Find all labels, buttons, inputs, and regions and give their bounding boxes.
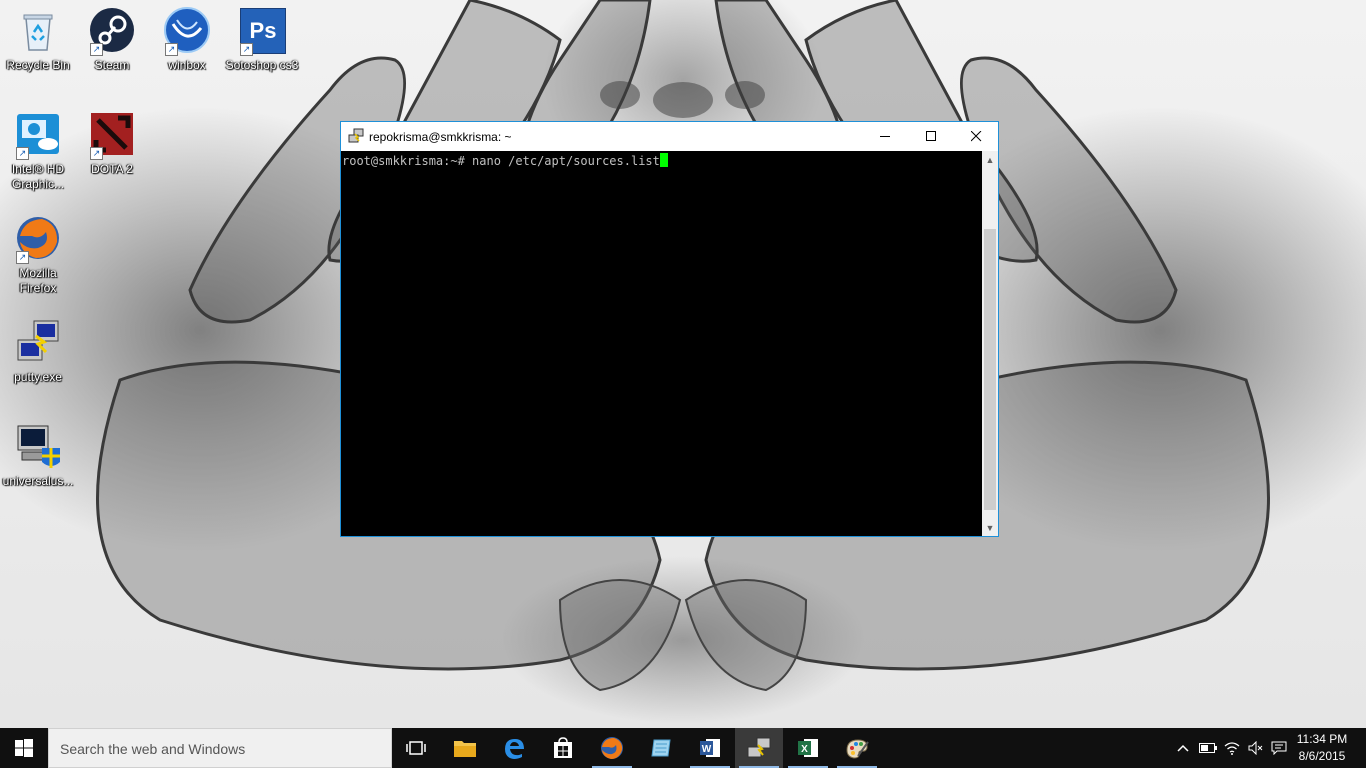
clock-time: 11:34 PM [1296,732,1348,746]
universalus-label: universalus... [2,474,74,488]
winbox-label: winbox [168,58,206,72]
maximize-button[interactable] [908,122,954,151]
dota2-icon: ↗ [88,110,136,160]
putty-shortcut[interactable]: putty.exe [0,318,76,385]
putty-icon [14,318,62,366]
search-box[interactable]: Search the web and Windows [48,728,392,768]
scroll-down-arrow-icon[interactable]: ▼ [982,519,998,536]
svg-text:W: W [702,744,712,755]
shortcut-arrow-icon: ↗ [90,147,103,160]
winbox-icon: ↗ [163,6,211,56]
window-title: repokrisma@smkkrisma: ~ [369,130,512,144]
chevron-up-icon [1177,744,1189,752]
maximize-icon [925,131,936,141]
dota2-shortcut[interactable]: ↗ DOTA 2 [74,110,150,177]
taskbar-file-explorer[interactable] [441,728,489,768]
paint-icon [846,739,869,759]
search-placeholder: Search the web and Windows [60,741,246,757]
shortcut-arrow-icon: ↗ [240,43,253,56]
firefox-icon [601,737,623,759]
putty-icon [747,737,771,758]
windows-logo-icon [15,739,33,757]
edge-icon [505,739,524,759]
scroll-up-arrow-icon[interactable]: ▲ [982,151,998,168]
firefox-label: Mozilla Firefox [19,266,57,295]
word-icon: W [700,739,720,757]
volume-muted-icon [1248,741,1263,755]
taskbar-word[interactable]: W [686,728,734,768]
svg-text:X: X [801,744,808,755]
universalus-shortcut[interactable]: universalus... [0,422,76,489]
minimize-button[interactable] [862,122,908,151]
action-center-tray[interactable] [1352,728,1366,768]
terminal-command-line: root@smkkrisma:~# nano /etc/apt/sources.… [342,154,660,168]
firefox-shortcut[interactable]: ↗ Mozilla Firefox [0,214,76,296]
store-icon [554,737,572,758]
steam-shortcut[interactable]: ↗ Steam [74,6,150,73]
start-button[interactable] [0,728,48,768]
steam-icon: ↗ [88,6,136,56]
recycle-bin-shortcut[interactable]: Recycle Bin [0,6,76,73]
recycle-bin-label: Recycle Bin [6,58,70,72]
shortcut-arrow-icon: ↗ [90,43,103,56]
putty-window-icon[interactable] [348,128,364,144]
battery-tray[interactable] [1196,728,1220,768]
terminal-cursor [659,153,668,167]
taskbar: Search the web and Windows W X 11:34 PM … [0,728,1366,768]
putty-label: putty.exe [14,370,62,384]
close-button[interactable] [953,122,999,151]
taskbar-excel[interactable]: X [784,728,832,768]
firefox-icon: ↗ [14,214,62,264]
putty-window[interactable]: repokrisma@smkkrisma: ~ root@smkkrisma:~… [340,121,999,537]
clock-date: 8/6/2015 [1298,749,1346,763]
notifications-button[interactable] [1268,728,1290,768]
taskbar-store[interactable] [539,728,587,768]
shortcut-arrow-icon: ↗ [16,147,29,160]
intel-hd-label: Intel® HD Graphic... [11,162,65,191]
sotoshop-label: Sotoshop cs3 [225,58,299,72]
close-icon [970,131,981,142]
show-hidden-icons-button[interactable] [1172,728,1194,768]
taskbar-putty[interactable] [735,728,783,768]
taskbar-notepad[interactable] [637,728,685,768]
wifi-icon [1224,742,1240,755]
battery-icon [1199,743,1217,753]
shortcut-arrow-icon: ↗ [16,251,29,264]
terminal-scrollbar[interactable]: ▲ ▼ [982,151,998,536]
steam-label: Steam [94,58,130,72]
taskbar-paint[interactable] [833,728,881,768]
action-center-icon [1271,741,1287,755]
terminal-area[interactable]: root@smkkrisma:~# nano /etc/apt/sources.… [341,151,982,536]
excel-icon: X [798,739,818,757]
taskbar-firefox[interactable] [588,728,636,768]
sotoshop-shortcut[interactable]: Ps ↗ Sotoshop cs3 [224,6,300,73]
taskbar-clock[interactable]: 11:34 PM 8/6/2015 [1292,731,1352,765]
recycle-bin-icon [14,6,62,54]
dota2-label: DOTA 2 [91,162,133,176]
notepad-icon [651,739,671,757]
intel-hd-shortcut[interactable]: ↗ Intel® HD Graphic... [0,110,76,192]
photoshop-icon: Ps ↗ [238,6,286,56]
taskbar-edge[interactable] [490,728,538,768]
task-view-icon [406,741,426,755]
volume-tray[interactable] [1244,728,1268,768]
minimize-icon [879,136,890,137]
intel-graphics-icon: ↗ [14,110,62,160]
shortcut-arrow-icon: ↗ [165,43,178,56]
folder-icon [454,741,476,757]
scrollbar-thumb[interactable] [984,229,996,510]
task-view-button[interactable] [392,728,440,768]
network-tray[interactable] [1220,728,1244,768]
universal-usb-installer-icon [14,422,62,470]
winbox-shortcut[interactable]: ↗ winbox [149,6,225,73]
window-titlebar[interactable]: repokrisma@smkkrisma: ~ [341,122,998,151]
